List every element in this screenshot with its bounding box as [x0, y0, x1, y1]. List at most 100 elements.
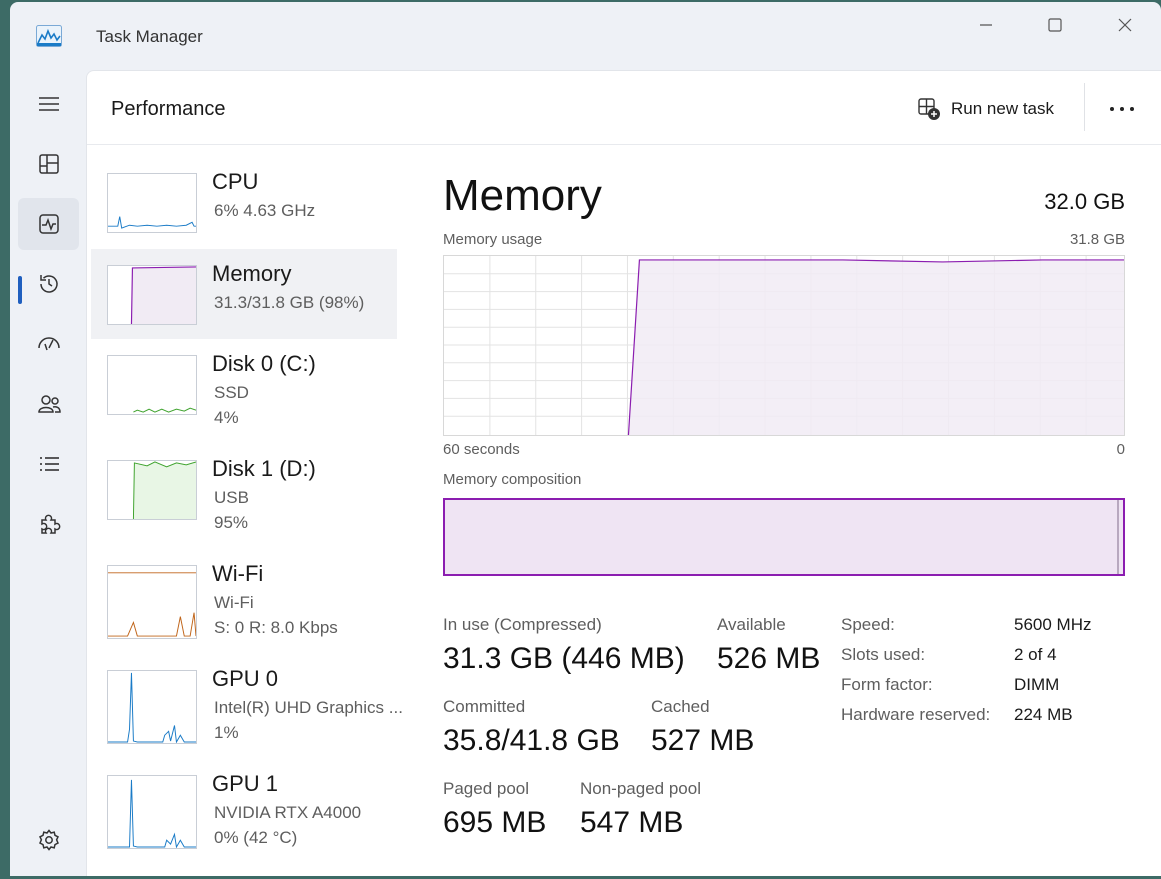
- side-item-line1: 6% 4.63 GHz: [214, 201, 316, 220]
- minimize-icon: [980, 24, 992, 26]
- nav-performance[interactable]: [18, 198, 79, 250]
- navigation-rail: [10, 68, 86, 876]
- side-item-name: Memory: [212, 261, 292, 286]
- resource-disk1[interactable]: Disk 1 (D:) USB 95%: [91, 456, 397, 550]
- gpu1-thumbnail-graph: [107, 775, 197, 849]
- side-item-line1: Intel(R) UHD Graphics ...: [214, 698, 403, 717]
- side-item-name: Wi-Fi: [212, 561, 264, 586]
- run-new-task-icon: [918, 98, 940, 120]
- in-use-value: 31.3 GB (446 MB): [443, 642, 685, 675]
- side-item-name: GPU 0: [212, 666, 279, 691]
- cpu-thumbnail-graph: [107, 173, 197, 233]
- resource-memory[interactable]: Memory 31.3/31.8 GB (98%): [91, 249, 397, 339]
- title-bar: Task Manager: [10, 2, 1161, 68]
- memory-usage-max: 31.8 GB: [1069, 231, 1125, 248]
- services-puzzle-icon: [40, 514, 60, 534]
- available-value: 526 MB: [717, 642, 821, 675]
- page-title: Performance: [111, 98, 226, 120]
- wifi-thumbnail-graph: [107, 565, 197, 639]
- resource-cpu[interactable]: CPU 6% 4.63 GHz: [91, 169, 397, 261]
- nav-app-history[interactable]: [18, 258, 79, 310]
- cached-label: Cached: [651, 697, 710, 716]
- paged-pool-label: Paged pool: [443, 779, 530, 798]
- more-options-button[interactable]: [1105, 95, 1139, 123]
- side-item-line1: 31.3/31.8 GB (98%): [214, 293, 365, 312]
- resource-gpu0[interactable]: GPU 0 Intel(R) UHD Graphics ... 1%: [91, 666, 403, 760]
- nav-settings[interactable]: [18, 814, 79, 866]
- in-use-label: In use (Compressed): [443, 615, 602, 634]
- spec-value: DIMM: [1014, 675, 1060, 694]
- task-manager-window: Task Manager Performance Run new task CP…: [10, 2, 1161, 876]
- window-title: Task Manager: [96, 27, 203, 46]
- memory-composition-label: Memory composition: [443, 471, 582, 488]
- startup-apps-icon: [37, 337, 60, 351]
- resource-disk0[interactable]: Disk 0 (C:) SSD 4%: [91, 351, 397, 445]
- nav-processes[interactable]: [18, 138, 79, 190]
- paged-pool-value: 695 MB: [443, 806, 547, 839]
- hamburger-menu-button[interactable]: [18, 78, 79, 130]
- run-new-task-button[interactable]: Run new task: [917, 95, 1054, 123]
- committed-label: Committed: [443, 697, 526, 716]
- hamburger-menu-icon: [38, 97, 59, 111]
- history-icon: [39, 275, 58, 293]
- memory-composition-bar: [443, 498, 1125, 576]
- memory-usage-label: Memory usage: [443, 231, 543, 248]
- nav-services[interactable]: [18, 498, 79, 550]
- more-options-icon: [1110, 107, 1134, 111]
- memory-total: 32.0 GB: [1044, 189, 1125, 214]
- maximize-icon: [1048, 18, 1062, 32]
- side-item-line2: S: 0 R: 8.0 Kbps: [214, 618, 338, 637]
- minimize-button[interactable]: [962, 10, 1010, 40]
- detail-title: Memory: [443, 171, 602, 220]
- spec-value: 2 of 4: [1014, 645, 1057, 664]
- memory-thumbnail-graph: [107, 265, 197, 325]
- nav-startup-apps[interactable]: [18, 318, 79, 370]
- page-header: Performance Run new task: [87, 71, 1161, 145]
- non-paged-pool-value: 547 MB: [580, 806, 684, 839]
- spec-label: Form factor:: [841, 675, 933, 694]
- non-paged-pool-label: Non-paged pool: [580, 779, 701, 798]
- main-panel: Performance Run new task CPU 6% 4.63 GHz: [86, 70, 1161, 876]
- processes-icon: [38, 154, 59, 174]
- resource-gpu1[interactable]: GPU 1 NVIDIA RTX A4000 0% (42 °C): [91, 771, 397, 865]
- users-icon: [37, 395, 61, 413]
- side-item-line2: 95%: [214, 513, 249, 532]
- available-label: Available: [717, 615, 786, 634]
- graph-axis-left-label: 60 seconds: [443, 441, 520, 458]
- side-item-line2: 1%: [214, 723, 239, 742]
- header-divider: [1084, 83, 1085, 131]
- spec-label: Speed:: [841, 615, 895, 634]
- resource-wifi[interactable]: Wi-Fi Wi-Fi S: 0 R: 8.0 Kbps: [91, 561, 397, 655]
- committed-value: 35.8/41.8 GB: [443, 724, 620, 757]
- side-item-line2: 0% (42 °C): [214, 828, 298, 847]
- side-item-name: Disk 0 (C:): [212, 351, 316, 376]
- side-item-line1: SSD: [214, 383, 249, 402]
- side-item-name: GPU 1: [212, 771, 279, 796]
- close-icon: [1118, 18, 1132, 32]
- memory-usage-graph: [443, 255, 1125, 436]
- composition-free-segment: [1117, 500, 1119, 574]
- spec-label: Slots used:: [841, 645, 926, 664]
- side-item-name: Disk 1 (D:): [212, 456, 316, 481]
- spec-value: 224 MB: [1014, 705, 1073, 724]
- nav-details[interactable]: [18, 438, 79, 490]
- task-manager-app-icon: [36, 25, 62, 47]
- maximize-button[interactable]: [1031, 10, 1079, 40]
- cached-value: 527 MB: [651, 724, 755, 757]
- gpu0-thumbnail-graph: [107, 670, 197, 744]
- details-list-icon: [39, 457, 59, 471]
- run-new-task-label: Run new task: [951, 99, 1054, 118]
- graph-axis-right-label: 0: [1116, 441, 1125, 458]
- side-item-name: CPU: [212, 169, 259, 194]
- close-button[interactable]: [1101, 10, 1149, 40]
- nav-users[interactable]: [18, 378, 79, 430]
- performance-icon: [38, 214, 59, 234]
- disk0-thumbnail-graph: [107, 355, 197, 415]
- spec-value: 5600 MHz: [1014, 615, 1092, 634]
- side-item-line2: 4%: [214, 408, 239, 427]
- disk1-thumbnail-graph: [107, 460, 197, 520]
- spec-label: Hardware reserved:: [841, 705, 991, 724]
- settings-gear-icon: [38, 829, 59, 851]
- side-item-line1: USB: [214, 488, 249, 507]
- side-item-line1: Wi-Fi: [214, 593, 254, 612]
